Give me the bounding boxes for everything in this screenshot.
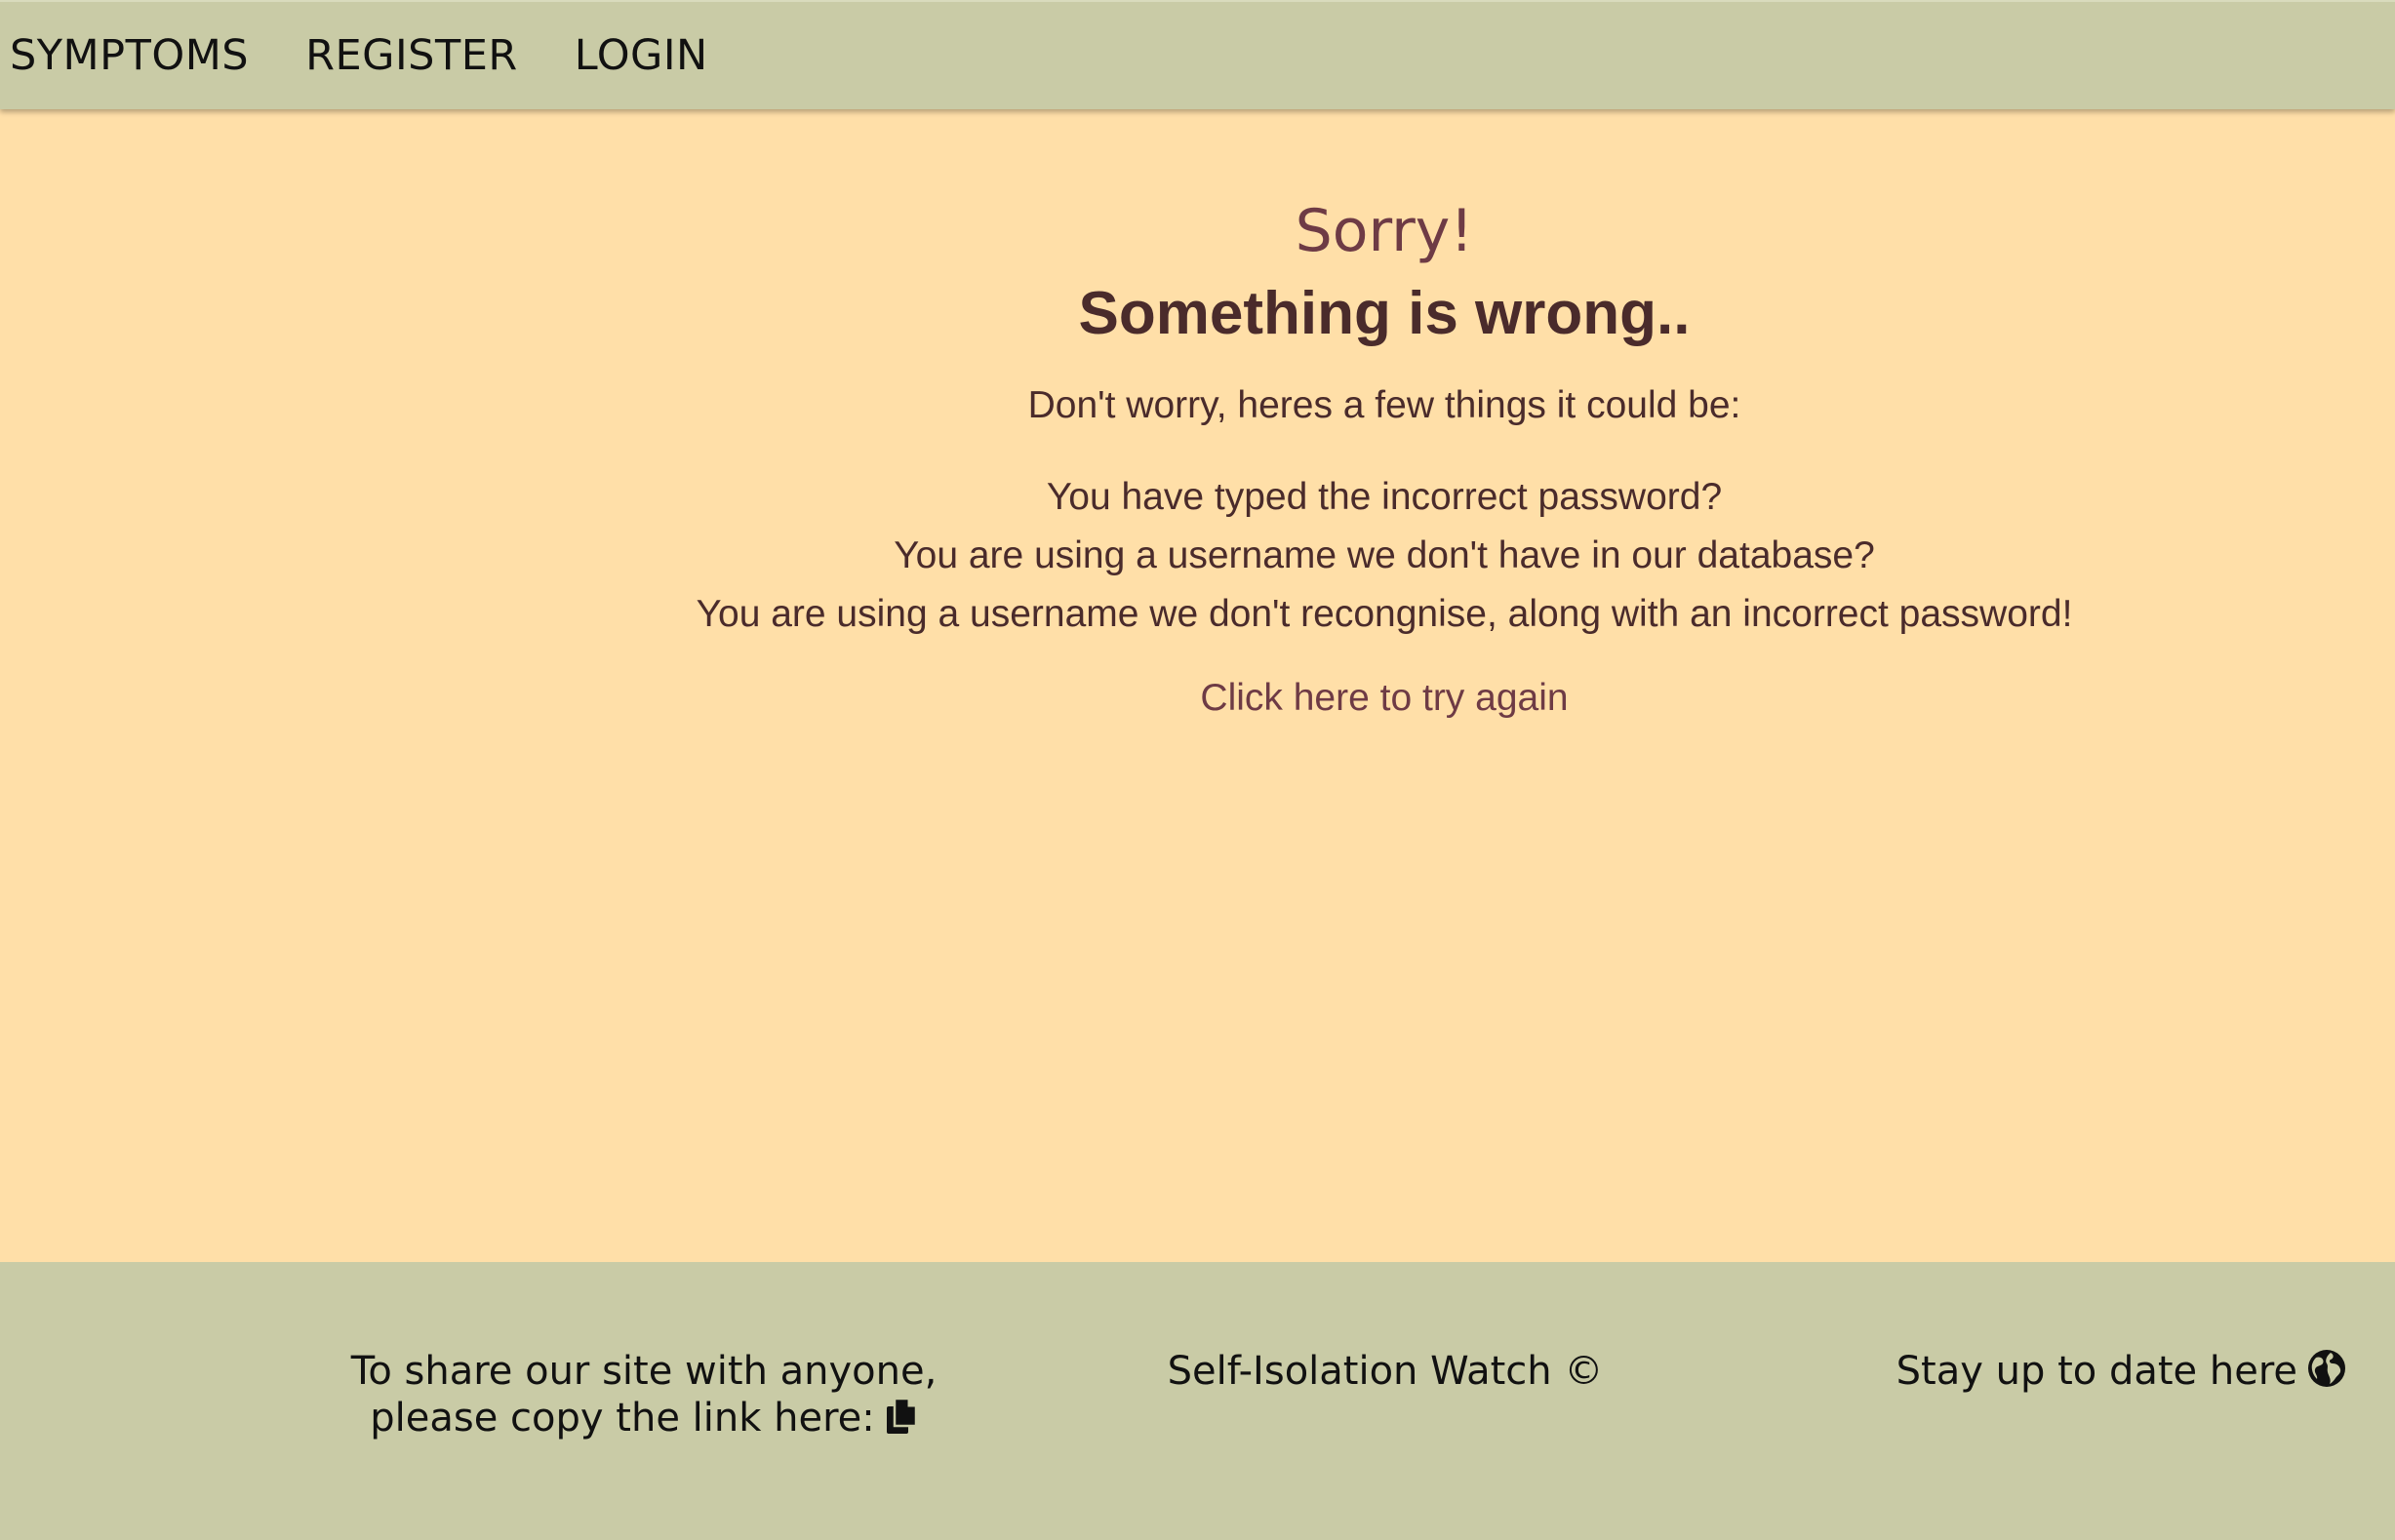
footer-share: To share our site with anyone, please co… xyxy=(293,1348,995,1441)
nav-link-symptoms[interactable]: SYMPTOMS xyxy=(10,31,249,80)
top-navbar: SYMPTOMS REGISTER LOGIN xyxy=(0,0,2395,109)
footer: To share our site with anyone, please co… xyxy=(0,1262,2395,1540)
error-subheading: Something is wrong.. xyxy=(1078,280,1691,347)
nav-link-register[interactable]: REGISTER xyxy=(305,31,518,80)
footer-stay-updated: Stay up to date here xyxy=(1896,1348,2346,1395)
nav-link-login[interactable]: LOGIN xyxy=(575,31,708,80)
error-heading: Sorry! xyxy=(1295,197,1474,265)
stay-text: Stay up to date here xyxy=(1896,1349,2297,1394)
globe-icon[interactable] xyxy=(2307,1349,2346,1388)
error-reason: You are using a username we don't have i… xyxy=(894,534,1875,576)
error-intro: Don't worry, heres a few things it could… xyxy=(1027,384,1741,426)
main-content: Sorry! Something is wrong.. Don't worry,… xyxy=(0,111,2395,1262)
copy-icon[interactable] xyxy=(885,1398,918,1435)
share-text: To share our site with anyone, please co… xyxy=(350,1349,938,1441)
error-reason: You are using a username we don't recong… xyxy=(696,593,2073,635)
try-again-link[interactable]: Click here to try again xyxy=(0,677,2395,720)
footer-brand: Self-Isolation Watch © xyxy=(1167,1349,1604,1394)
error-reason: You have typed the incorrect password? xyxy=(1046,476,1723,518)
error-reasons-list: You have typed the incorrect password? Y… xyxy=(0,468,2395,644)
